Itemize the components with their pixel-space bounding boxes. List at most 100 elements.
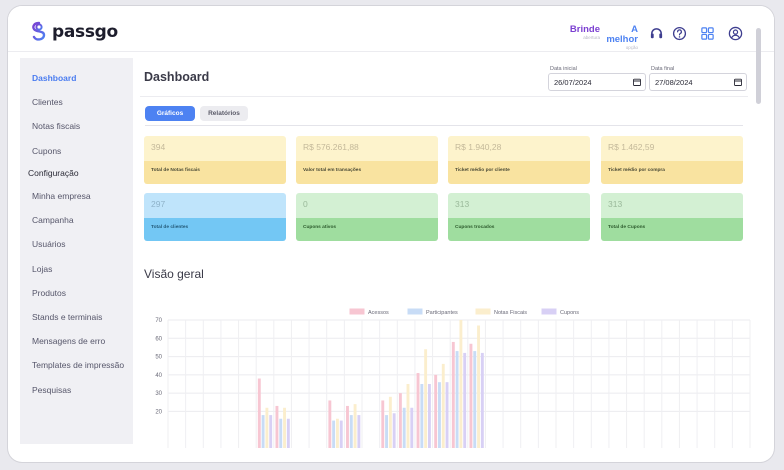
user-account-icon[interactable] — [728, 26, 743, 41]
top-header: passgo Brinde abertura A melhor opção — [8, 6, 774, 52]
stat-card-label: Total de clientes — [144, 218, 286, 241]
calendar-icon[interactable] — [633, 78, 641, 86]
sidebar-group-configuracao[interactable]: Configuração — [28, 168, 79, 178]
apps-grid-icon[interactable] — [700, 26, 715, 41]
brand-name: passgo — [52, 22, 118, 42]
y-tick-label: 20 — [155, 409, 162, 415]
date-start-label: Data inicial — [550, 66, 577, 72]
header-divider — [140, 96, 748, 97]
sidebar-item-dashboard[interactable]: Dashboard — [32, 73, 76, 83]
chart-bar — [261, 415, 265, 448]
y-tick-label: 70 — [155, 318, 162, 324]
chart-bar — [427, 384, 431, 448]
date-end-value: 27/08/2024 — [655, 78, 693, 87]
brand-logo[interactable]: passgo — [30, 21, 118, 43]
chart-bar — [416, 373, 420, 448]
sidebar-item-notas-fiscais[interactable]: Notas fiscais — [32, 121, 80, 131]
chart-bar — [265, 407, 269, 448]
a-melhor-label: A melhor — [606, 24, 638, 45]
stat-card-label: Cupons trocados — [448, 218, 590, 241]
date-start-value: 26/07/2024 — [554, 78, 592, 87]
date-end-label: Data final — [651, 66, 675, 72]
chart-bar — [257, 378, 261, 448]
page-scrollbar[interactable] — [756, 28, 761, 104]
app-window: passgo Brinde abertura A melhor opção Da… — [8, 6, 774, 462]
y-tick-label: 60 — [155, 336, 162, 342]
calendar-icon[interactable] — [734, 78, 742, 86]
chart-bar — [402, 407, 406, 448]
chart-bar — [424, 349, 428, 448]
stat-card: R$ 576.261,88 Valor total em transações — [296, 136, 438, 184]
chart-bar — [349, 415, 353, 448]
help-icon[interactable] — [672, 26, 687, 41]
stat-card-value: 313 — [601, 193, 743, 218]
headset-icon[interactable] — [649, 26, 664, 41]
overview-bar-chart: 70 60 50 40 30 20 Acessos Participantes Notas Fi… — [155, 308, 751, 448]
stat-card-label: Ticket médio por compra — [601, 161, 743, 184]
legend-label: Participantes — [426, 310, 458, 316]
chart-bar — [441, 363, 445, 448]
sidebar: Dashboard Clientes Notas fiscais Cupons … — [20, 58, 133, 444]
brinde-sublabel: abertura — [583, 35, 600, 40]
stat-card-value: R$ 1.462,59 — [601, 136, 743, 161]
chart-bar — [445, 382, 449, 448]
stat-card-label: Total de Cupons — [601, 218, 743, 241]
sidebar-item-templates-impressao[interactable]: Templates de impressão — [32, 360, 124, 370]
chart-bar — [286, 418, 290, 448]
stat-card-value: 394 — [144, 136, 286, 161]
tabs-underline — [145, 125, 743, 126]
legend-label: Notas Fiscais — [494, 310, 527, 316]
overview-title: Visão geral — [144, 267, 204, 281]
legend-swatch — [407, 308, 423, 315]
chart-bar — [392, 413, 396, 448]
chart-bar — [463, 352, 467, 448]
chart-bar — [451, 341, 455, 448]
sidebar-item-cupons[interactable]: Cupons — [32, 146, 61, 156]
stat-card: 297 Total de clientes — [144, 193, 286, 241]
stat-card: 394 Total de Notas fiscais — [144, 136, 286, 184]
a-melhor-sublabel: opção — [625, 45, 638, 50]
sidebar-item-campanha[interactable]: Campanha — [32, 215, 74, 225]
chart-bar — [459, 320, 463, 448]
chart-bar — [388, 396, 392, 448]
chart-bar — [339, 420, 343, 448]
sidebar-item-usuarios[interactable]: Usuários — [32, 239, 66, 249]
date-end-input[interactable]: 27/08/2024 — [649, 73, 747, 91]
brinde-link[interactable]: Brinde abertura — [564, 25, 600, 41]
sidebar-item-pesquisas[interactable]: Pesquisas — [32, 385, 71, 395]
legend-swatch — [541, 308, 557, 315]
chart-bar — [385, 415, 389, 448]
chart-bar — [346, 405, 349, 448]
chart-bar — [434, 374, 438, 448]
stat-card-label: Total de Notas fiscais — [144, 161, 286, 184]
sidebar-item-mensagens-erro[interactable]: Mensagens de erro — [32, 336, 105, 346]
a-melhor-link[interactable]: A melhor opção — [600, 25, 638, 51]
stat-card: 0 Cupons ativos — [296, 193, 438, 241]
stat-card: R$ 1.462,59 Ticket médio por compra — [601, 136, 743, 184]
stat-card-label: Cupons ativos — [296, 218, 438, 241]
stat-card-value: 0 — [296, 193, 438, 218]
chart-bar — [335, 418, 339, 448]
chart-bar — [455, 351, 459, 448]
sidebar-item-minha-empresa[interactable]: Minha empresa — [32, 191, 91, 201]
sidebar-item-clientes[interactable]: Clientes — [32, 97, 63, 107]
tab-graficos[interactable]: Gráficos — [145, 106, 195, 121]
sidebar-item-stands-terminais[interactable]: Stands e terminais — [32, 312, 102, 322]
chart-bar — [332, 420, 336, 448]
chart-bar — [328, 400, 332, 448]
brinde-label: Brinde — [569, 24, 600, 35]
tab-relatorios[interactable]: Relatórios — [200, 106, 248, 121]
sidebar-item-produtos[interactable]: Produtos — [32, 288, 66, 298]
chart-bar — [269, 415, 273, 448]
stat-card-value: 297 — [144, 193, 286, 218]
chart-bar — [279, 418, 283, 448]
chart-bar — [353, 404, 357, 448]
date-start-input[interactable]: 26/07/2024 — [548, 73, 646, 91]
stat-card-value: R$ 1.940,28 — [448, 136, 590, 161]
overview-chart: 70 60 50 40 30 20 Acessos Participantes Notas Fi… — [140, 298, 752, 448]
chart-bar — [477, 325, 480, 448]
chart-bar — [420, 384, 424, 448]
chart-bar — [283, 407, 286, 448]
stat-card-label: Valor total em transações — [296, 161, 438, 184]
sidebar-item-lojas[interactable]: Lojas — [32, 264, 52, 274]
